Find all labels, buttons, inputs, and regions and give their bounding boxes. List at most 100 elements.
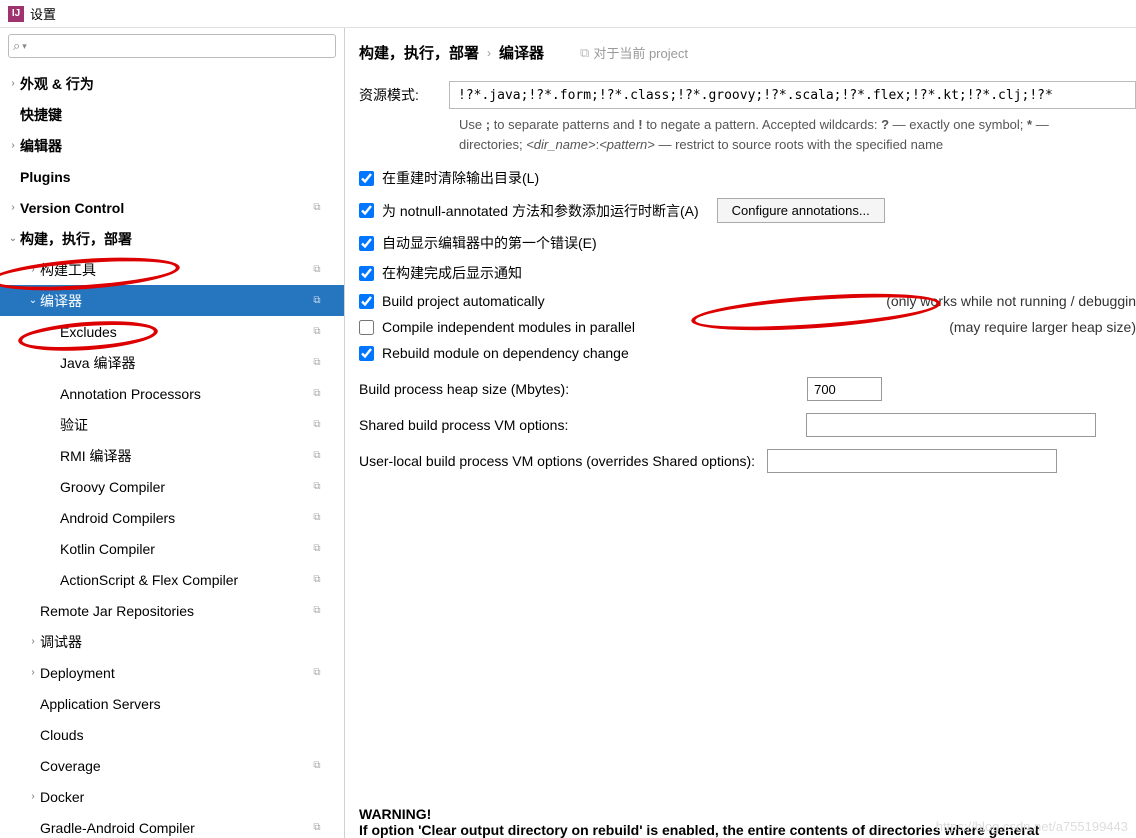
tree-item[interactable]: ›构建工具⧉ xyxy=(0,254,344,285)
chevron-down-icon: ▾ xyxy=(22,41,27,52)
build-automatically-checkbox[interactable]: Build project automatically xyxy=(359,293,545,309)
project-scope-icon xyxy=(310,170,324,184)
project-scope-icon: ⧉ xyxy=(310,325,324,339)
project-scope-icon xyxy=(310,790,324,804)
tree-item-label: 验证 xyxy=(60,415,310,435)
tree-item-label: 构建，执行，部署 xyxy=(20,229,310,249)
resource-pattern-label: 资源模式: xyxy=(359,81,449,105)
tree-item[interactable]: Kotlin Compiler⧉ xyxy=(0,533,344,564)
tree-item[interactable]: Java 编译器⧉ xyxy=(0,347,344,378)
tree-item[interactable]: Plugins xyxy=(0,161,344,192)
tree-item-label: Annotation Processors xyxy=(60,386,310,402)
tree-item-label: Plugins xyxy=(20,169,310,185)
tree-item[interactable]: Remote Jar Repositories⧉ xyxy=(0,595,344,626)
expand-arrow-icon[interactable]: › xyxy=(26,791,40,802)
breadcrumb-scope-hint: ⧉ 对于当前 project xyxy=(580,43,688,62)
tree-item-label: Version Control xyxy=(20,200,310,216)
heap-size-input[interactable] xyxy=(807,377,882,401)
settings-main-panel: 构建，执行，部署 › 编译器 ⧉ 对于当前 project 资源模式: Use … xyxy=(345,28,1136,838)
project-scope-icon xyxy=(310,697,324,711)
user-vm-options-input[interactable] xyxy=(767,449,1057,473)
project-scope-icon: ⧉ xyxy=(310,418,324,432)
tree-item[interactable]: 快捷键 xyxy=(0,99,344,130)
project-scope-icon: ⧉ xyxy=(310,821,324,835)
tree-item[interactable]: RMI 编译器⧉ xyxy=(0,440,344,471)
expand-arrow-icon[interactable]: › xyxy=(6,140,20,151)
tree-item[interactable]: ⌄构建，执行，部署 xyxy=(0,223,344,254)
expand-arrow-icon[interactable]: › xyxy=(6,202,20,213)
tree-item-label: 外观 & 行为 xyxy=(20,74,310,94)
project-scope-icon xyxy=(310,108,324,122)
project-scope-icon: ⧉ xyxy=(310,666,324,680)
project-scope-icon: ⧉ xyxy=(310,356,324,370)
expand-arrow-icon[interactable]: › xyxy=(26,264,40,275)
tree-item[interactable]: Annotation Processors⧉ xyxy=(0,378,344,409)
tree-item-label: Java 编译器 xyxy=(60,353,310,373)
project-scope-icon xyxy=(310,635,324,649)
window-title: 设置 xyxy=(30,4,56,23)
tree-item[interactable]: ›Version Control⧉ xyxy=(0,192,344,223)
breadcrumb-part: 编译器 xyxy=(499,42,544,63)
tree-item-label: Coverage xyxy=(40,758,310,774)
rebuild-on-dependency-checkbox[interactable]: Rebuild module on dependency change xyxy=(359,345,1136,361)
tree-item-label: Excludes xyxy=(60,324,310,340)
breadcrumb-part[interactable]: 构建，执行，部署 xyxy=(359,42,479,63)
tree-item-label: Docker xyxy=(40,789,310,805)
tree-item[interactable]: ActionScript & Flex Compiler⧉ xyxy=(0,564,344,595)
resource-pattern-help: Use ; to separate patterns and ! to nega… xyxy=(459,115,1136,154)
tree-item-label: Remote Jar Repositories xyxy=(40,603,310,619)
compile-parallel-checkbox[interactable]: Compile independent modules in parallel xyxy=(359,319,635,335)
tree-item-label: Clouds xyxy=(40,727,310,743)
title-bar: IJ 设置 xyxy=(0,0,1136,28)
project-scope-icon: ⧉ xyxy=(310,480,324,494)
project-scope-icon: ⧉ xyxy=(310,449,324,463)
expand-arrow-icon[interactable]: › xyxy=(26,636,40,647)
show-notification-checkbox[interactable]: 在构建完成后显示通知 xyxy=(359,263,1136,283)
tree-item-label: RMI 编译器 xyxy=(60,446,310,466)
tree-item[interactable]: Excludes⧉ xyxy=(0,316,344,347)
auto-show-first-error-checkbox[interactable]: 自动显示编辑器中的第一个错误(E) xyxy=(359,233,1136,253)
tree-item[interactable]: ›调试器 xyxy=(0,626,344,657)
configure-annotations-button[interactable]: Configure annotations... xyxy=(717,198,885,223)
notnull-assertions-checkbox[interactable]: 为 notnull-annotated 方法和参数添加运行时断言(A) xyxy=(359,201,699,221)
project-scope-icon xyxy=(310,232,324,246)
tree-item[interactable]: Android Compilers⧉ xyxy=(0,502,344,533)
tree-item[interactable]: ⌄编译器⧉ xyxy=(0,285,344,316)
tree-item[interactable]: ›Docker xyxy=(0,781,344,812)
build-auto-note: (only works while not running / debuggin xyxy=(866,293,1136,309)
settings-tree: ›外观 & 行为快捷键›编辑器Plugins›Version Control⧉⌄… xyxy=(0,64,344,838)
expand-arrow-icon[interactable]: › xyxy=(26,667,40,678)
expand-arrow-icon[interactable]: ⌄ xyxy=(26,295,40,306)
tree-item-label: 编译器 xyxy=(40,291,310,311)
project-scope-icon: ⧉ xyxy=(310,201,324,215)
search-input[interactable]: ⌕ ▾ xyxy=(8,34,336,58)
tree-item-label: 调试器 xyxy=(40,632,310,652)
tree-item[interactable]: Groovy Compiler⧉ xyxy=(0,471,344,502)
tree-item[interactable]: ›外观 & 行为 xyxy=(0,68,344,99)
shared-vm-options-input[interactable] xyxy=(806,413,1096,437)
project-scope-icon: ⧉ xyxy=(310,294,324,308)
tree-item[interactable]: ›编辑器 xyxy=(0,130,344,161)
tree-item-label: 快捷键 xyxy=(20,105,310,125)
project-scope-icon: ⧉ xyxy=(310,573,324,587)
tree-item-label: ActionScript & Flex Compiler xyxy=(60,572,310,588)
breadcrumb: 构建，执行，部署 › 编译器 ⧉ 对于当前 project xyxy=(359,42,1136,63)
tree-item[interactable]: Clouds xyxy=(0,719,344,750)
tree-item[interactable]: ›Deployment⧉ xyxy=(0,657,344,688)
tree-item-label: Deployment xyxy=(40,665,310,681)
project-scope-icon xyxy=(310,728,324,742)
tree-item[interactable]: Coverage⧉ xyxy=(0,750,344,781)
settings-sidebar: ⌕ ▾ ›外观 & 行为快捷键›编辑器Plugins›Version Contr… xyxy=(0,28,345,838)
tree-item-label: Gradle-Android Compiler xyxy=(40,820,310,836)
project-scope-icon: ⧉ xyxy=(310,263,324,277)
expand-arrow-icon[interactable]: › xyxy=(6,78,20,89)
expand-arrow-icon[interactable]: ⌄ xyxy=(6,233,20,244)
clear-output-checkbox[interactable]: 在重建时清除输出目录(L) xyxy=(359,168,1136,188)
tree-item[interactable]: 验证⧉ xyxy=(0,409,344,440)
tree-item-label: Groovy Compiler xyxy=(60,479,310,495)
tree-item[interactable]: Gradle-Android Compiler⧉ xyxy=(0,812,344,838)
tree-item[interactable]: Application Servers xyxy=(0,688,344,719)
project-scope-icon: ⧉ xyxy=(310,604,324,618)
tree-item-label: Application Servers xyxy=(40,696,310,712)
resource-pattern-input[interactable] xyxy=(449,81,1136,109)
